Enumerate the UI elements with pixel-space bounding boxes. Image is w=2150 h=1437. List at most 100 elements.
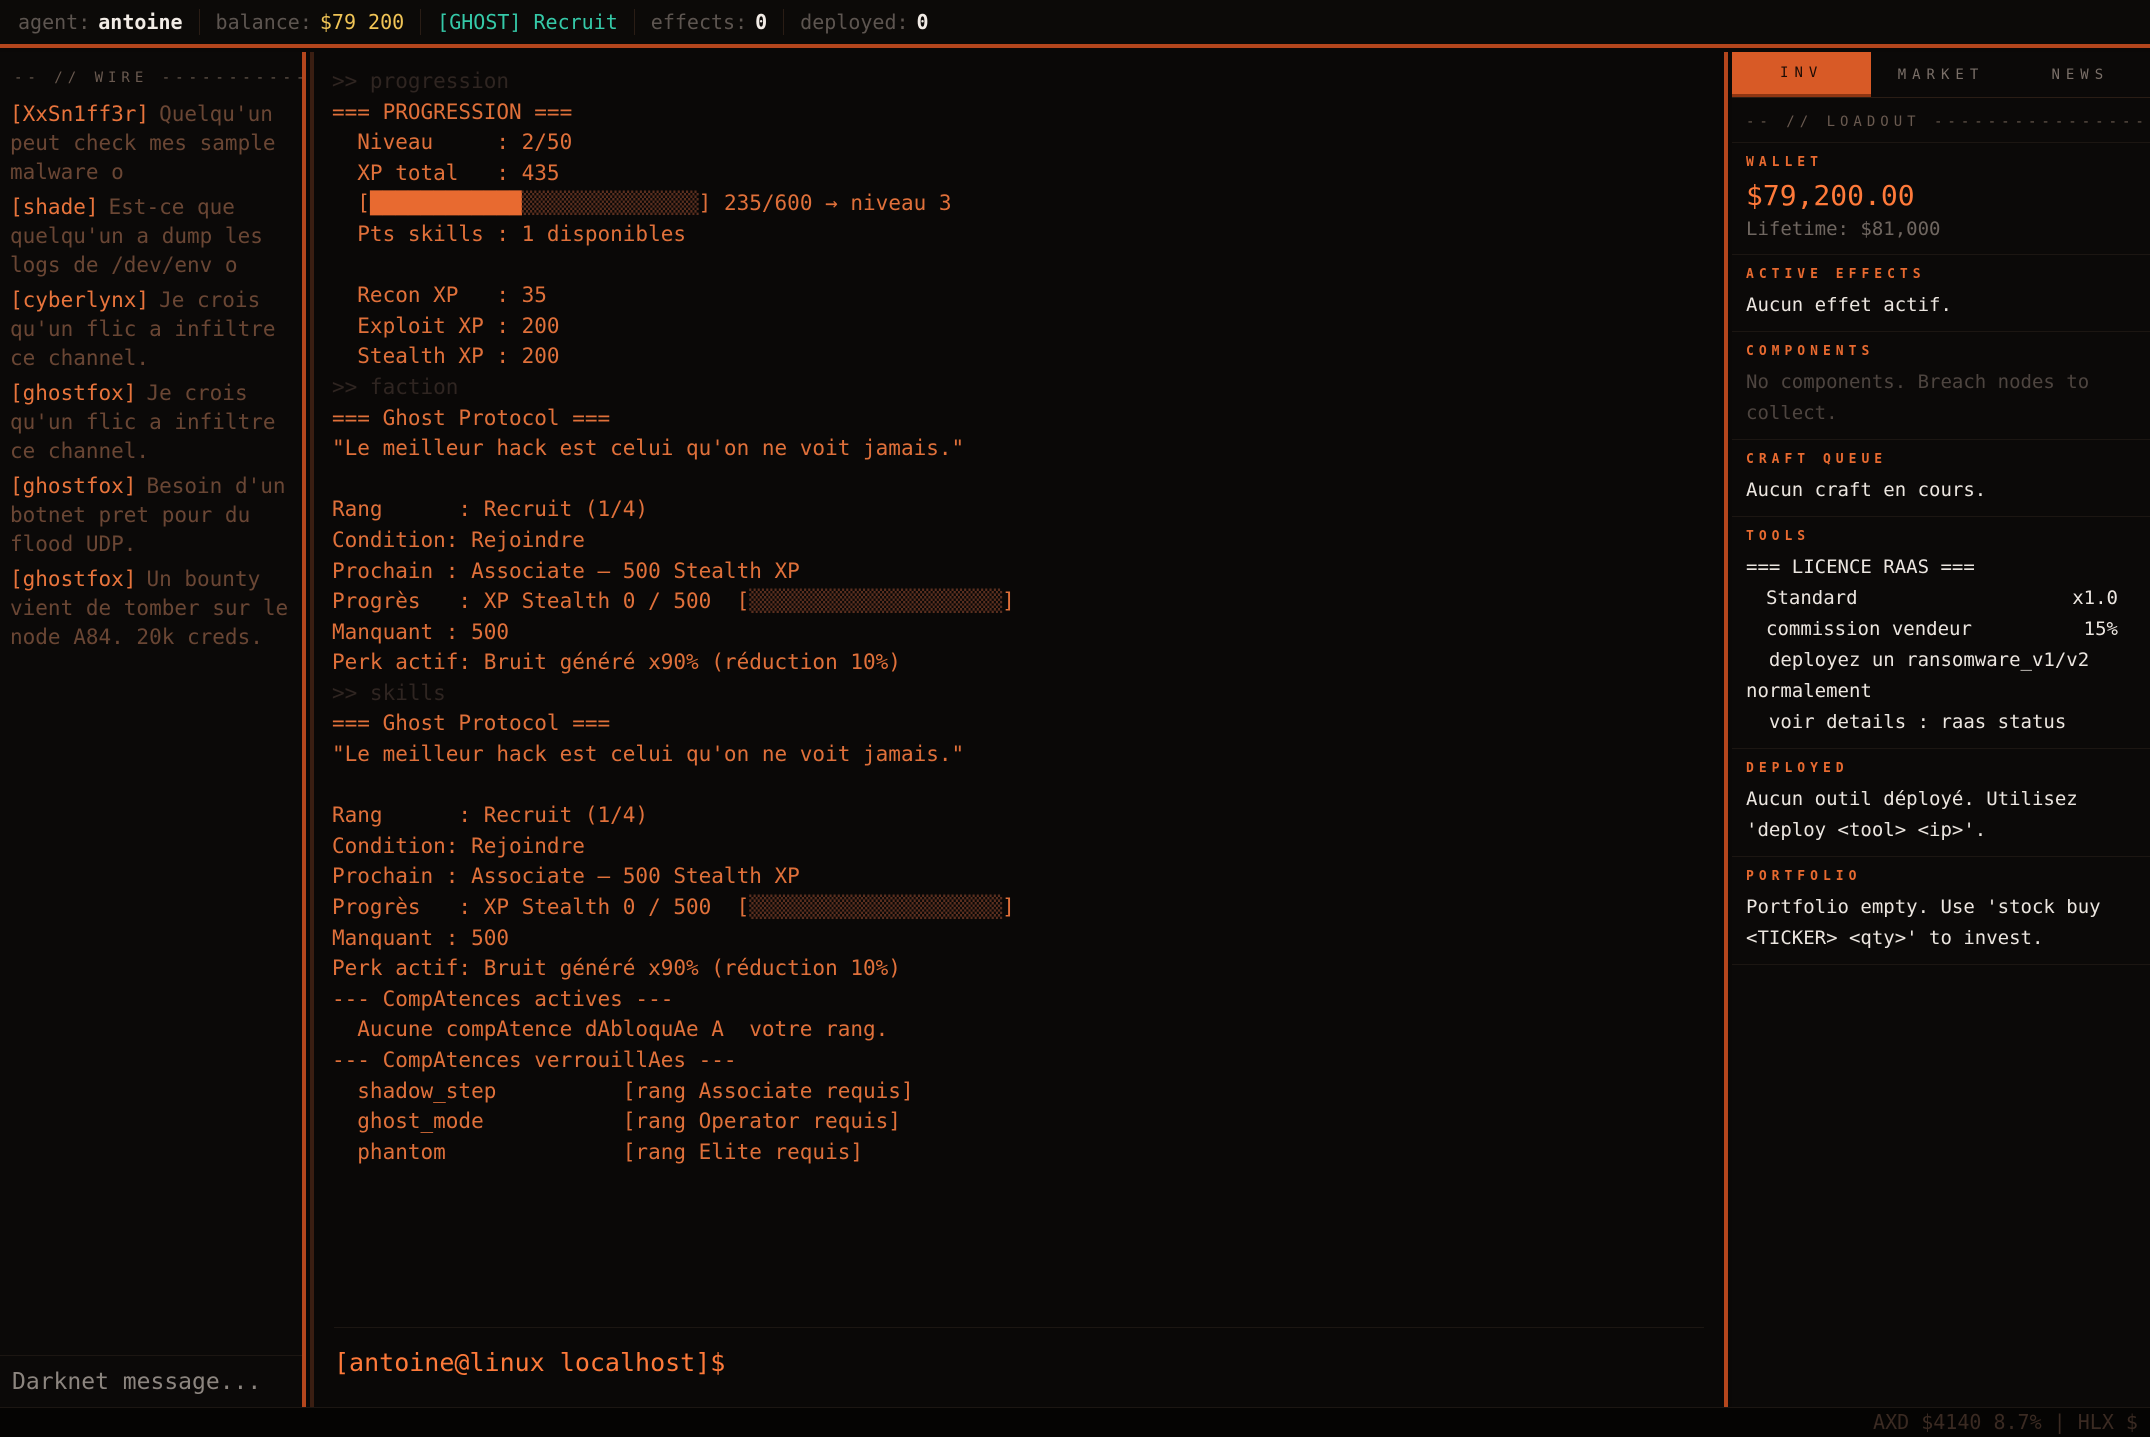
wallet-amount: $79,200.00 [1746, 179, 1915, 212]
terminal-line: Niveau : 2/50 [332, 130, 573, 155]
stock-ticker: AXD $4140 8.7% | HLX $ [0, 1407, 2150, 1437]
agent-value: antoine [98, 10, 183, 34]
wire-message-user[interactable]: [cyberlynx] [10, 288, 149, 312]
terminal-prompt: [antoine@linux localhost]$ [334, 1348, 726, 1377]
balance-label: balance: [215, 10, 312, 34]
deployed-stat: deployed: 0 [784, 9, 944, 35]
terminal-line: Rang : Recruit (1/4) [332, 803, 649, 828]
loadout-header: -- // LOADOUT -------------------------- [1746, 114, 2150, 130]
deployed-text: Aucun outil déployé. Utilisez 'deploy <t… [1746, 788, 2078, 841]
wire-panel: -- // WIRE ------------------------- [Xx… [0, 52, 306, 1407]
effects-stat: effects: 0 [635, 9, 785, 35]
wire-message: [cyberlynx] Je crois qu'un flic a infiltr… [10, 286, 292, 373]
wire-message: [ghostfox] Je crois qu'un flic a infiltre… [10, 379, 292, 466]
chat-input-container [0, 1355, 302, 1407]
wallet-block: WALLET $79,200.00 Lifetime: $81,000 [1732, 142, 2150, 254]
terminal-line: phantom [rang Elite requis] [332, 1139, 864, 1164]
terminal-line: === Ghost Protocol === [332, 711, 611, 736]
terminal-line: Pts skills : 1 disponibles [332, 221, 687, 246]
terminal-output: >> progression === PROGRESSION === Niveau… [332, 66, 1706, 1167]
terminal-line: ghost_mode [rang Operator requis] [332, 1109, 901, 1134]
tools-line: deployez un ransomware_v1/v2 [1746, 649, 2090, 671]
terminal-line-text: [ [332, 191, 370, 216]
faction-stat: [GHOST] Recruit [421, 9, 635, 35]
terminal-line-text: ] [1002, 895, 1015, 920]
wire-message: [ghostfox] Un bounty vient de tomber sur … [10, 565, 292, 652]
craft-block: CRAFT QUEUE Aucun craft en cours. [1732, 439, 2150, 516]
tool-row-key: commission vendeur [1766, 618, 1972, 640]
wire-messages[interactable]: [XxSn1ff3r] Quelqu'un peut check mes samp… [0, 100, 302, 652]
tools-title: TOOLS [1746, 529, 1811, 544]
portfolio-text: Portfolio empty. Use 'stock buy <TICKER>… [1746, 896, 2101, 949]
progress-bar-empty: ▒▒▒▒▒▒▒▒▒▒▒▒▒▒ [521, 191, 699, 216]
terminal-line: >> progression [332, 69, 510, 93]
terminal-line: Exploit XP : 200 [332, 313, 560, 338]
progress-bar-empty: ▒▒▒▒▒▒▒▒▒▒▒▒▒▒▒▒▒▒▒▒ [749, 589, 1003, 614]
terminal-line: Recon XP : 35 [332, 283, 547, 308]
inventory-panel: INV MARKET NEWS -- // LOADOUT ------------… [1732, 52, 2150, 1407]
panel-tabs: INV MARKET NEWS [1732, 52, 2150, 98]
ticker-text: AXD $4140 8.7% | HLX $ [1873, 1410, 2138, 1434]
wire-message: [XxSn1ff3r] Quelqu'un peut check mes samp… [10, 100, 292, 187]
wire-message-user[interactable]: [ghostfox] [10, 567, 136, 591]
terminal-line-text: Progrès : XP Stealth 0 / 500 [ [332, 895, 750, 920]
terminal-line: Manquant : 500 [332, 619, 510, 644]
terminal-line: Progrès : XP Stealth 0 / 500 [▒▒▒▒▒▒▒▒▒▒… [332, 586, 1706, 617]
faction-badge: [GHOST] Recruit [437, 10, 618, 34]
tab-news[interactable]: NEWS [2011, 52, 2150, 97]
balance-value: $79 200 [319, 10, 405, 34]
terminal-command-input[interactable] [725, 1347, 1704, 1378]
effects-label: effects: [650, 10, 748, 34]
effects-title: ACTIVE EFFECTS [1746, 267, 1926, 282]
wire-message: [shade] Est-ce que quelqu'un a dump les l… [10, 193, 292, 280]
terminal-line: "Le meilleur hack est celui qu'on ne voi… [332, 742, 965, 767]
wallet-lifetime: Lifetime: $81,000 [1746, 218, 1941, 240]
terminal-line: XP total : 435 [332, 160, 560, 185]
wallet-title: WALLET [1746, 155, 1823, 170]
craft-title: CRAFT QUEUE [1746, 452, 1888, 467]
wire-message-user[interactable]: [ghostfox] [10, 381, 136, 405]
terminal-line: --- CompAtences actives --- [332, 986, 674, 1011]
tool-row-key: Standard [1766, 587, 1858, 609]
wire-message-user[interactable]: [shade] [10, 195, 99, 219]
terminal-line: Perk actif: Bruit généré x90% (réduction… [332, 650, 901, 675]
terminal-line: shadow_step [rang Associate requis] [332, 1078, 914, 1103]
tab-market[interactable]: MARKET [1871, 52, 2010, 97]
effects-value: 0 [755, 10, 768, 34]
effects-block: ACTIVE EFFECTS Aucun effet actif. [1732, 254, 2150, 331]
components-block: COMPONENTS No components. Breach nodes t… [1732, 331, 2150, 439]
wire-message-user[interactable]: [ghostfox] [10, 474, 136, 498]
terminal-line: --- CompAtences verrouillAes --- [332, 1048, 737, 1072]
agent-label: agent: [18, 10, 91, 34]
terminal-line: Progrès : XP Stealth 0 / 500 [▒▒▒▒▒▒▒▒▒▒… [332, 892, 1706, 923]
darknet-message-input[interactable] [10, 1367, 290, 1396]
terminal-panel[interactable]: >> progression === PROGRESSION === Niveau… [310, 52, 1728, 1407]
wire-header: -- // WIRE ------------------------- [14, 70, 302, 86]
portfolio-block: PORTFOLIO Portfolio empty. Use 'stock bu… [1732, 856, 2150, 965]
components-text: No components. Breach nodes to collect. [1746, 371, 2090, 424]
deployed-value: 0 [916, 10, 929, 34]
deployed-title: DEPLOYED [1746, 761, 1849, 776]
status-bar: agent: antoine balance: $79 200 [GHOST] … [0, 0, 2150, 48]
terminal-line: Stealth XP : 200 [332, 344, 560, 369]
terminal-line: === PROGRESSION === [332, 99, 573, 124]
wire-message-user[interactable]: [XxSn1ff3r] [10, 102, 149, 126]
terminal-line: >> faction [332, 374, 459, 399]
tool-row-value: 15% [2083, 618, 2118, 640]
terminal-prompt-row[interactable]: [antoine@linux localhost]$ [334, 1327, 1704, 1381]
tools-block: TOOLS === LICENCE RAAS === Standard x1.0… [1732, 516, 2150, 748]
terminal-line: === Ghost Protocol === [332, 405, 611, 430]
tool-row: Standard x1.0 [1746, 583, 2136, 614]
terminal-line: Perk actif: Bruit généré x90% (réduction… [332, 956, 901, 981]
tab-inv[interactable]: INV [1732, 52, 1872, 97]
deployed-block: DEPLOYED Aucun outil déployé. Utilisez '… [1732, 748, 2150, 856]
tool-row-value: x1.0 [2072, 587, 2118, 609]
terminal-line: >> skills [332, 680, 446, 705]
terminal-line: Condition: Rejoindre [332, 527, 585, 552]
terminal-line: Manquant : 500 [332, 925, 510, 950]
portfolio-title: PORTFOLIO [1746, 869, 1862, 884]
terminal-line: "Le meilleur hack est celui qu'on ne voi… [332, 436, 965, 461]
components-title: COMPONENTS [1746, 344, 1875, 359]
